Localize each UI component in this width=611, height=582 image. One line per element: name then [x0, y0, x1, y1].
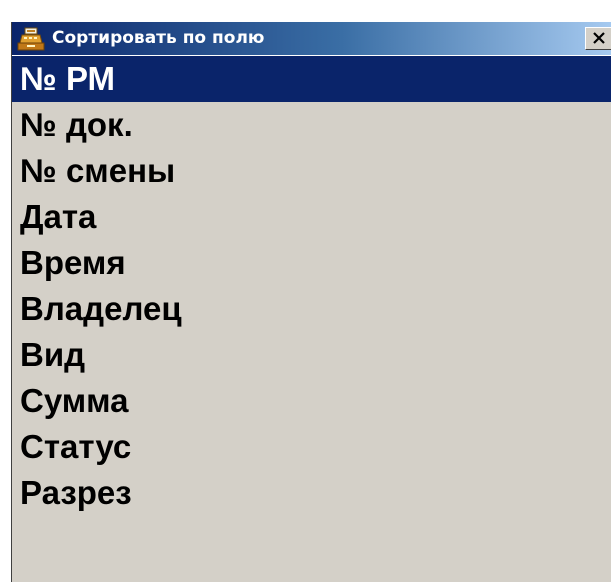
list-item-date[interactable]: Дата: [12, 194, 611, 240]
list-item-doc-number[interactable]: № док.: [12, 102, 611, 148]
window-title: Сортировать по полю: [52, 28, 265, 48]
cash-register-icon: [16, 27, 46, 51]
sort-by-field-dialog: Сортировать по полю № РМ № док. № смены …: [11, 22, 611, 582]
list-item-status[interactable]: Статус: [12, 424, 611, 470]
list-item-sum[interactable]: Сумма: [12, 378, 611, 424]
close-icon: [593, 32, 605, 44]
close-button[interactable]: [585, 27, 611, 50]
list-item-rm[interactable]: № РМ: [12, 56, 611, 102]
list-item-time[interactable]: Время: [12, 240, 611, 286]
list-item-shift-number[interactable]: № смены: [12, 148, 611, 194]
list-item-owner[interactable]: Владелец: [12, 286, 611, 332]
sort-field-list[interactable]: № РМ № док. № смены Дата Время Владелец …: [12, 55, 611, 582]
list-item-section[interactable]: Разрез: [12, 470, 611, 516]
title-bar[interactable]: Сортировать по полю: [12, 22, 611, 55]
list-item-type[interactable]: Вид: [12, 332, 611, 378]
